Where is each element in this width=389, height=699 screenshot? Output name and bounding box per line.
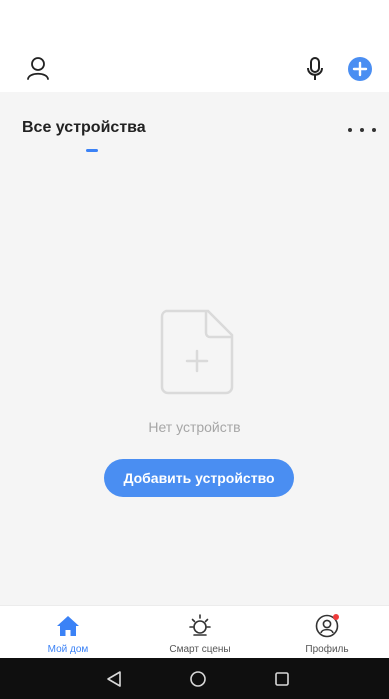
- tab-label: Мой дом: [47, 644, 89, 655]
- home-icon: [54, 612, 82, 640]
- more-horizontal-icon: [348, 128, 352, 132]
- add-device-button[interactable]: Добавить устройство: [104, 459, 294, 497]
- back-button[interactable]: [103, 668, 125, 690]
- more-dot: [372, 128, 376, 132]
- tab-my-home[interactable]: Мой дом: [38, 606, 98, 659]
- more-button[interactable]: [348, 120, 376, 140]
- voice-button[interactable]: [300, 54, 330, 84]
- home-circle-icon: [190, 671, 206, 687]
- plus-circle-icon: [348, 57, 372, 81]
- bottom-tab-bar: Мой дом Смарт сцены Профиль: [0, 605, 389, 659]
- section-title[interactable]: Все устройства: [22, 119, 146, 137]
- recent-apps-button[interactable]: [271, 668, 293, 690]
- recent-square-icon: [275, 672, 289, 686]
- person-icon: [27, 57, 49, 80]
- top-bar: [0, 0, 389, 92]
- tab-smart-scenes[interactable]: Смарт сцены: [160, 606, 240, 659]
- microphone-icon: [307, 57, 323, 80]
- document-plus-icon: [160, 309, 234, 395]
- tab-label: Смарт сцены: [169, 644, 231, 655]
- profile-icon: [313, 612, 341, 640]
- home-button[interactable]: [187, 668, 209, 690]
- notification-dot: [333, 614, 339, 620]
- more-dot: [360, 128, 364, 132]
- system-navigation-bar: [0, 658, 389, 699]
- avatar-button[interactable]: [20, 50, 56, 86]
- back-triangle-icon: [107, 671, 121, 687]
- empty-message: Нет устройств: [148, 419, 241, 435]
- sun-icon: [186, 612, 214, 640]
- tab-profile[interactable]: Профиль: [297, 606, 357, 659]
- tab-indicator: [86, 149, 98, 152]
- tab-label: Профиль: [305, 644, 349, 655]
- add-button[interactable]: [345, 54, 375, 84]
